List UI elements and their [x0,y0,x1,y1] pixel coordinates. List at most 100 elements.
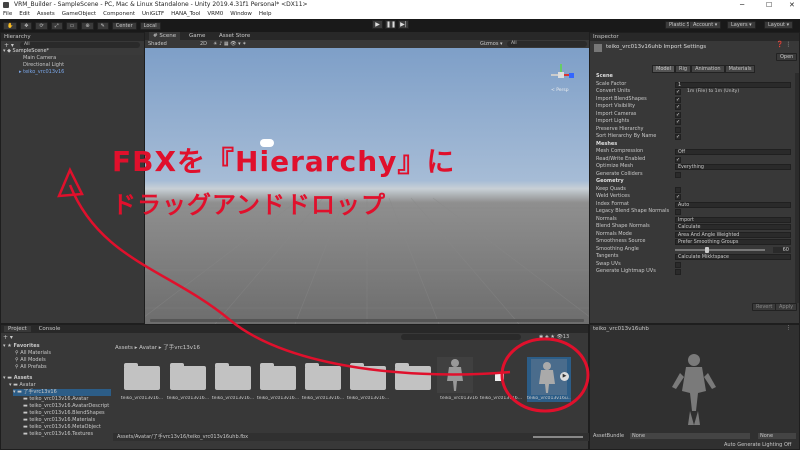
transform-tool-icon[interactable]: ⊕ [81,21,94,30]
2d-toggle[interactable]: 2D [200,40,207,48]
lighting-toggle-icon[interactable]: ☀ ♪ ▦ 👁 ▾ ✶ [213,40,246,48]
smoothing-angle-slider[interactable] [675,248,765,251]
close-button[interactable]: ✕ [789,0,795,10]
pause-button[interactable]: ❚❚ [385,20,396,29]
tab-model[interactable]: Model [652,65,676,73]
inspector-field[interactable]: Import [675,216,791,223]
menu-help[interactable]: Help [259,10,272,19]
account-dropdown[interactable]: Account ▾ [689,21,722,29]
custom-tool-icon[interactable]: ✎ [96,21,109,30]
menu-gameobject[interactable]: GameObject [62,10,96,19]
rotate-tool-icon[interactable]: ⟳ [35,21,48,30]
inspector-field[interactable]: Everything [675,164,791,170]
tab-game[interactable]: Game [189,32,205,40]
inspector-field[interactable]: Prefer Smoothing Groups [675,239,791,245]
inspector-options-icon[interactable]: ❓ ⋮ [776,41,791,48]
smoothing-angle-value[interactable]: 60 [773,246,791,253]
shading-dropdown[interactable]: Shaded [148,40,167,48]
rect-tool-icon[interactable]: ▭ [65,21,79,30]
menu-assets[interactable]: Assets [37,10,55,19]
tree-item-materials[interactable]: ▬ teiko_vrc013v16.Materials [23,417,95,424]
tree-item-avatar-descriptor[interactable]: ▬ teiko_vrc013v16.AvatarDescript [23,403,109,410]
tree-item-avatar-asset[interactable]: ▬ teiko_vrc013v16.Avatar [23,396,88,403]
inspector-checkbox[interactable] [675,209,681,215]
breadcrumb-avatar[interactable]: Avatar [139,345,157,351]
tab-scene[interactable]: # Scene [149,32,181,40]
folder-icon[interactable] [170,363,206,390]
slider-handle[interactable] [705,246,709,253]
maximize-button[interactable]: ☐ [766,0,772,10]
tree-item-avatar[interactable]: ▾ ▬ Avatar [9,382,36,389]
scale-tool-icon[interactable]: ⤢ [50,21,63,30]
inspector-checkbox[interactable]: ✓ [675,134,681,140]
inspector-checkbox[interactable] [675,269,681,275]
menu-window[interactable]: Window [230,10,252,19]
apply-button[interactable]: Apply [775,303,798,311]
folder-icon[interactable] [305,363,341,390]
hierarchy-item-avatar[interactable]: ▸ teiko_vrc013v16 [19,69,64,76]
folder-icon[interactable] [395,363,431,390]
breadcrumb-assets[interactable]: Assets [115,345,133,351]
asset-bundle-dropdown[interactable]: None [630,433,750,439]
tab-animation[interactable]: Animation [691,65,725,73]
inspector-checkbox[interactable]: ✓ [675,194,681,200]
tab-console[interactable]: Console [39,326,61,332]
inspector-checkbox[interactable] [675,186,681,193]
breadcrumb-folder[interactable]: 了手vrc13v16 [163,345,200,351]
inspector-checkbox[interactable]: ✓ [675,104,681,110]
menu-unigltf[interactable]: UniGLTF [142,10,164,19]
menu-vrm0[interactable]: VRM0 [207,10,223,19]
hierarchy-item-main-camera[interactable]: Main Camera [23,55,56,62]
inspector-checkbox[interactable]: ✓ [675,111,681,118]
tab-asset-store[interactable]: Asset Store [219,32,250,40]
inspector-checkbox[interactable]: ✓ [675,156,681,163]
scene-root-item[interactable]: ▾ ◆ SampleScene* [3,48,143,55]
folder-icon[interactable] [260,363,296,390]
hierarchy-item-directional-light[interactable]: Directional Light [23,62,64,69]
folder-icon[interactable] [350,363,386,390]
inspector-field[interactable]: 1 [675,81,791,88]
inspector-checkbox[interactable] [675,171,681,178]
minimize-button[interactable]: ─ [740,0,744,10]
menu-edit[interactable]: Edit [19,10,30,19]
open-button[interactable]: Open [776,53,798,61]
menu-hana-tool[interactable]: HANA_Tool [171,10,200,19]
favorites-models[interactable]: ⚲ All Models [15,357,46,364]
favorites-item[interactable]: ▾ ★ Favorites [3,343,40,350]
menu-component[interactable]: Component [103,10,135,19]
assets-root-item[interactable]: ▾ ▬ Assets [3,375,32,382]
step-button[interactable]: ▶| [398,20,409,29]
tab-rig[interactable]: Rig [675,65,692,73]
inspector-field[interactable]: Auto [675,201,791,208]
inspector-scrollbar[interactable] [795,73,799,303]
tree-item-metaobject[interactable]: ▬ teiko_vrc013v16.MetaObject [23,424,101,431]
icon-size-slider[interactable] [533,436,583,438]
scene-gizmo-icon[interactable] [548,62,574,88]
inspector-field[interactable]: Calculate Mikktspace [675,254,791,260]
preview-options-icon[interactable]: ⋮ [786,325,791,331]
layout-dropdown[interactable]: Layout ▾ [764,21,794,29]
tab-materials[interactable]: Materials [724,65,756,73]
inspector-checkbox[interactable]: ✓ [675,96,681,103]
scene-search-input[interactable]: All [507,41,587,47]
favorites-prefabs[interactable]: ⚲ All Prefabs [15,364,47,371]
tree-item-textures[interactable]: ▬ teiko_vrc013v16.Textures [23,431,93,438]
tree-item-blendshapes[interactable]: ▬ teiko_vrc013v16.BlendShapes [23,410,105,417]
move-tool-icon[interactable]: ✥ [20,21,33,30]
inspector-field[interactable]: Area And Angle Weighted [675,231,791,238]
add-asset-icon[interactable]: + ▾ [3,334,13,341]
inspector-checkbox[interactable]: ✓ [675,119,681,125]
favorites-materials[interactable]: ⚲ All Materials [15,350,51,357]
project-toggle-icons[interactable]: ◉ ◈ ★ 👁13 [539,334,569,340]
gizmos-dropdown[interactable]: Gizmos ▾ [480,40,503,48]
tab-project[interactable]: Project [4,326,31,332]
inspector-checkbox[interactable]: ✓ [675,89,681,95]
fbx-play-icon[interactable]: ▶ [560,372,569,381]
inspector-checkbox[interactable] [675,261,681,268]
inspector-tab[interactable]: Inspector [590,33,799,41]
revert-button[interactable]: Revert [752,303,777,311]
menu-file[interactable]: File [3,10,12,19]
inspector-field[interactable]: Off [675,149,791,155]
play-button[interactable]: ▶ [372,20,383,29]
asset-bundle-variant-dropdown[interactable]: None [758,433,796,439]
